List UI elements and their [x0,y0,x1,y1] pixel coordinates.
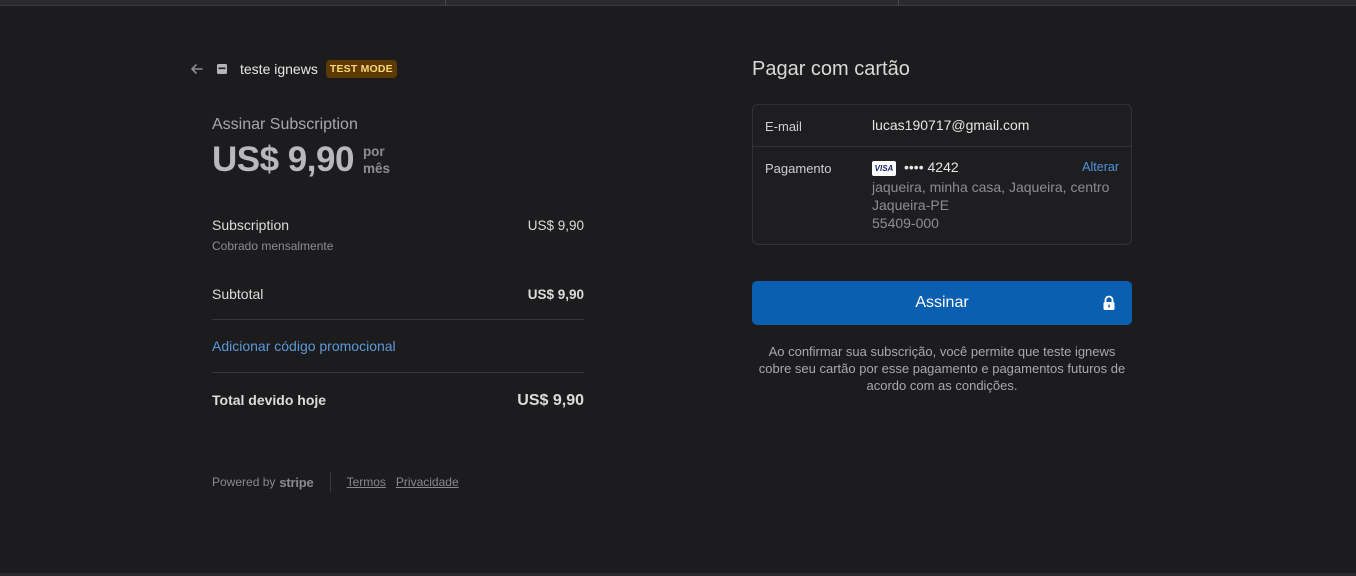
stripe-logo: stripe [279,474,314,490]
card-masked-number: •••• 4242 [904,159,959,175]
lock-icon [1103,295,1115,310]
arrow-left-icon[interactable] [188,60,206,78]
change-payment-button[interactable]: Alterar [1082,160,1119,174]
powered-by-stripe[interactable]: Powered by stripe [212,475,314,490]
payment-title: Pagar com cartão [752,58,910,80]
payment-label: Pagamento [765,161,832,176]
tab-separator [445,0,446,6]
terms-notice: Ao confirmar sua subscrição, você permit… [758,343,1126,393]
subtotal-amount: US$ 9,90 [527,287,584,302]
email-value: lucas190717@gmail.com [872,117,1030,133]
privacy-link[interactable]: Privacidade [396,475,459,489]
footer-divider [329,472,331,492]
add-promo-code-button[interactable]: Adicionar código promocional [212,320,584,373]
line-item-description: Cobrado mensalmente [212,239,334,253]
footer: Powered by stripe Termos Privacidade [212,472,588,492]
address-line: 55409-000 [872,214,939,231]
terms-link[interactable]: Termos [347,475,386,489]
email-label: E-mail [765,119,802,134]
price-row: US$ 9,90 por mês [212,140,588,180]
visa-icon: VISA [872,160,896,176]
address-line: jaqueira, minha casa, Jaqueira, centro [872,178,1110,195]
subscribe-button-label: Assinar [915,293,969,311]
subtotal-row: Subtotal US$ 9,90 [212,286,584,320]
store-icon [217,64,227,74]
card-summary: VISA •••• 4242 [872,159,959,176]
total-label: Total devido hoje [212,392,327,408]
subscribe-button[interactable]: Assinar [752,280,1132,325]
product-summary: Assinar Subscription US$ 9,90 por mês [212,116,588,180]
email-row[interactable]: E-mail lucas190717@gmail.com [753,105,1131,134]
line-item-amount: US$ 9,90 [527,218,584,233]
line-item-subscription: Subscription US$ 9,90 Cobrado mensalment… [212,217,584,253]
line-items: Subscription US$ 9,90 Cobrado mensalment… [212,217,584,410]
billing-address: jaqueira, minha casa, Jaqueira, centro J… [872,178,1119,232]
line-item-label: Subscription [212,217,290,233]
total-amount: US$ 9,90 [517,392,584,409]
billing-period-line2: mês [362,161,390,176]
test-mode-badge: TEST MODE [325,60,397,78]
tab-separator [898,0,899,6]
payment-panel: Pagar com cartão E-mail lucas190717@gmai… [752,56,1132,394]
product-price: US$ 9,90 [212,140,354,179]
address-line: Jaqueira-PE [872,196,950,213]
product-title: Assinar Subscription [212,116,358,133]
payment-method-row: Pagamento VISA •••• 4242 Alterar jaqueira… [753,146,1131,244]
total-row: Total devido hoje US$ 9,90 [212,392,584,410]
subtotal-label: Subtotal [212,286,264,302]
browser-tab-strip [0,0,1356,6]
order-summary: teste ignews TEST MODE Assinar Subscript… [188,56,588,492]
billing-period: por mês [363,143,390,177]
billing-period-line1: por [362,144,385,159]
merchant-name: teste ignews [240,61,318,77]
payment-details-card: E-mail lucas190717@gmail.com Pagamento V… [752,104,1132,245]
merchant-header: teste ignews TEST MODE [188,56,588,82]
powered-by-text: Powered by [212,475,276,489]
